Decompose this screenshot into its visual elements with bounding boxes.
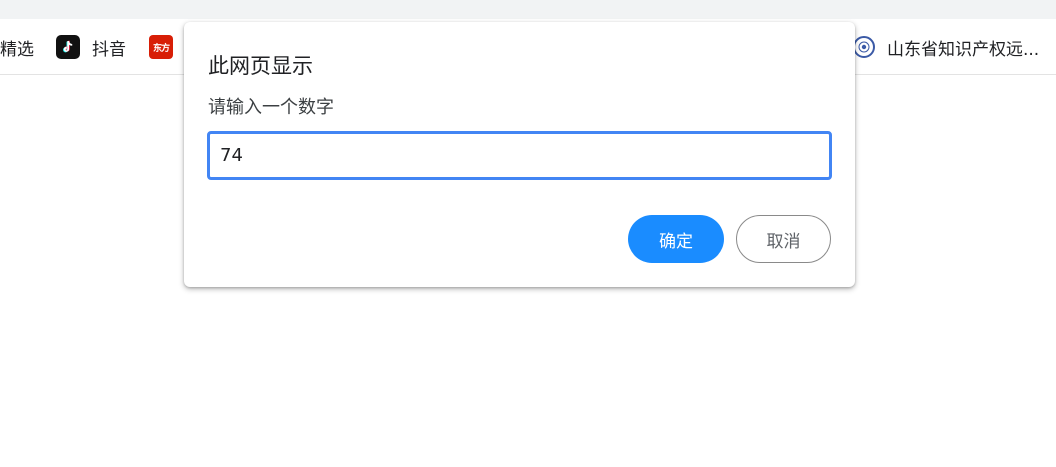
dialog-message: 请输入一个数字: [208, 97, 334, 118]
prompt-input[interactable]: [207, 131, 832, 180]
tiktok-icon: [56, 35, 80, 59]
bookmark-jingxuan[interactable]: 精选: [0, 33, 34, 61]
seal-icon: [853, 36, 875, 58]
bookmark-label: 精选: [0, 39, 34, 60]
bookmark-label: 抖音: [92, 39, 126, 60]
dialog-title: 此网页显示: [208, 54, 313, 78]
bookmark-shandong-ip[interactable]: 山东省知识产权远...: [853, 33, 1039, 61]
bookmark-label: 山东省知识产权远...: [887, 39, 1040, 60]
browser-tab-strip: [0, 0, 1056, 19]
prompt-dialog: 此网页显示 请输入一个数字 确定 取消: [184, 22, 855, 287]
dongfang-icon: 东方: [149, 35, 173, 59]
bookmark-douyin[interactable]: 抖音: [56, 33, 126, 61]
bookmark-dongfang[interactable]: 东方: [149, 33, 185, 61]
cancel-button[interactable]: 取消: [736, 215, 831, 263]
ok-button[interactable]: 确定: [628, 215, 724, 263]
